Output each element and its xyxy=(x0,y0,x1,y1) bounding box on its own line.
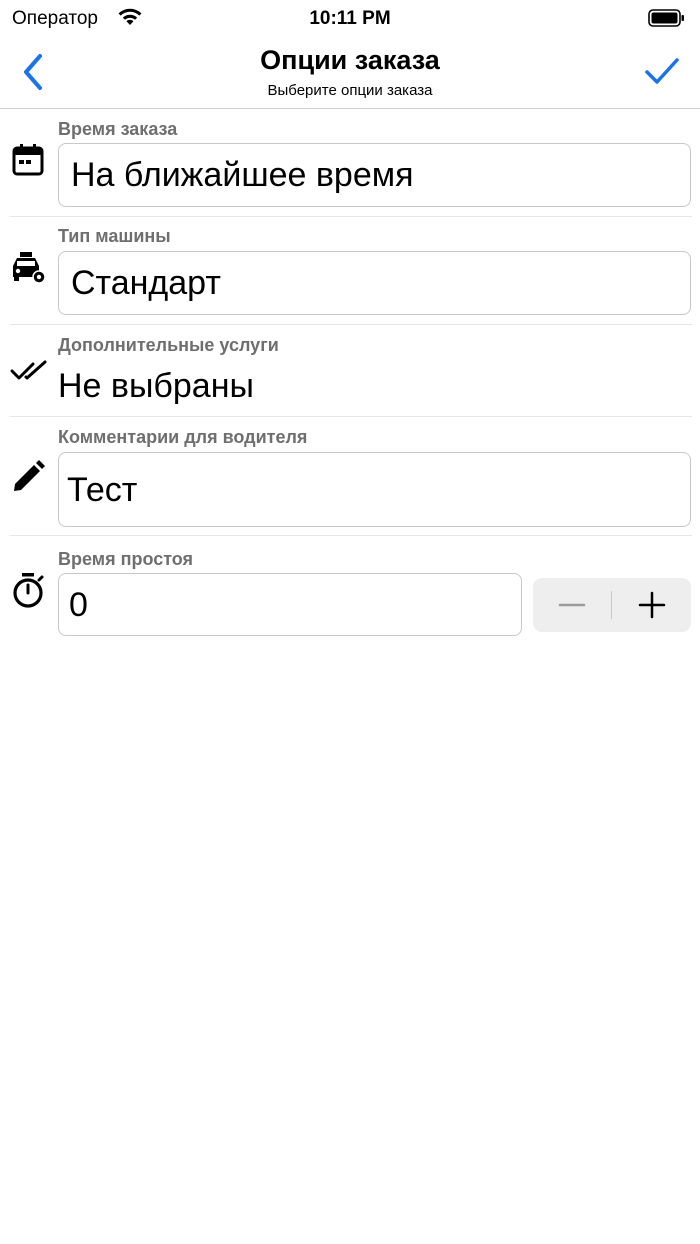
navigation-bar: Опции заказа Выберите опции заказа xyxy=(0,36,700,109)
checkmark-icon xyxy=(642,58,682,94)
double-check-icon xyxy=(10,357,47,393)
driver-comment-field[interactable]: Тест xyxy=(58,452,691,527)
car-type-row: Тип машины Стандарт xyxy=(0,217,700,325)
page-title: Опции заказа xyxy=(260,45,440,75)
driver-comment-value: Тест xyxy=(67,471,138,509)
decrement-button[interactable] xyxy=(533,578,611,632)
stopwatch-icon xyxy=(10,572,46,608)
idle-time-row: Время простоя 0 xyxy=(0,536,700,646)
driver-comment-row: Комментарии для водителя Тест xyxy=(0,417,700,536)
order-time-field[interactable]: На ближайшее время xyxy=(58,143,691,207)
car-type-value: Стандарт xyxy=(71,264,221,302)
plus-icon xyxy=(613,591,691,636)
order-time-row: Время заказа На ближайшее время xyxy=(0,110,700,217)
clock: 10:11 PM xyxy=(309,8,391,29)
status-bar: Оператор 10:11 PM xyxy=(0,0,700,36)
pencil-icon xyxy=(10,459,46,495)
order-time-value: На ближайшее время xyxy=(71,156,414,194)
battery-icon xyxy=(648,8,686,33)
extra-services-row[interactable]: Дополнительные услуги Не выбраны xyxy=(0,325,700,417)
extra-services-label: Дополнительные услуги xyxy=(58,335,279,355)
car-type-label: Тип машины xyxy=(58,226,171,246)
extra-services-value: Не выбраны xyxy=(58,367,254,405)
taxi-settings-icon xyxy=(10,250,46,286)
calendar-icon xyxy=(10,142,46,178)
idle-time-field[interactable]: 0 xyxy=(58,573,522,636)
increment-button[interactable] xyxy=(613,578,691,632)
idle-time-value: 0 xyxy=(69,586,88,624)
done-button[interactable] xyxy=(642,54,682,90)
idle-time-label: Время простоя xyxy=(58,549,194,569)
page-subtitle: Выберите опции заказа xyxy=(267,82,433,99)
car-type-field[interactable]: Стандарт xyxy=(58,251,691,315)
driver-comment-label: Комментарии для водителя xyxy=(58,427,308,447)
minus-icon xyxy=(533,603,611,636)
order-time-label: Время заказа xyxy=(58,119,178,139)
stepper-separator xyxy=(611,591,612,619)
idle-time-stepper xyxy=(533,578,691,632)
